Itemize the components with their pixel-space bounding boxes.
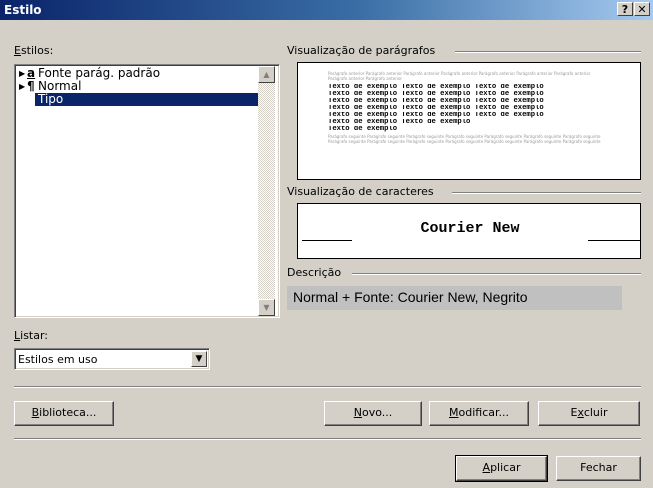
title-bar[interactable]: Estilo ? ✕ — [0, 0, 653, 20]
list-filter-value: Estilos em uso — [18, 353, 98, 366]
paragraph-preview: Parágrafo anterior Parágrafo anterior Pa… — [297, 62, 641, 180]
styles-label: Estilos: — [14, 44, 54, 57]
modify-button[interactable]: Modificar... — [429, 401, 529, 426]
character-preview-text: Courier New — [420, 220, 520, 237]
window-title: Estilo — [4, 3, 42, 17]
group-divider — [455, 51, 641, 53]
list-filter-select[interactable]: Estilos em uso ▼ — [14, 348, 210, 370]
divider — [14, 386, 641, 388]
scroll-down-icon[interactable]: ▼ — [258, 299, 275, 316]
close-button[interactable]: Fechar — [556, 456, 641, 481]
group-divider — [452, 192, 641, 194]
new-button[interactable]: Novo... — [324, 401, 422, 426]
library-button[interactable]: Biblioteca... — [14, 401, 114, 426]
help-button[interactable]: ? — [617, 2, 633, 16]
preview-sample-line: Texto de exemplo Texto de exemplo Texto … — [328, 98, 544, 105]
description-text: Normal + Fonte: Courier New, Negrito — [287, 286, 622, 310]
list-item-selected[interactable]: ¶ Tipo — [17, 92, 259, 106]
styles-listbox[interactable]: ▶ a Fonte parág. padrão ▶ ¶ Normal ¶ Tip… — [14, 64, 280, 318]
preview-sample-line: Texto de exemplo Texto de exemplo Texto … — [328, 84, 544, 91]
paragraph-style-icon: ¶ — [27, 92, 35, 106]
preview-sample-line: Texto de exemplo Texto de exemplo Texto … — [328, 112, 544, 119]
style-dialog: Estilo ? ✕ Estilos: ▶ a Fonte parág. pad… — [0, 0, 653, 488]
preview-previous-text: Parágrafo anterior Parágrafo anterior Pa… — [328, 71, 591, 81]
styles-scrollbar[interactable]: ▲ ▼ — [258, 66, 275, 316]
baseline-left — [302, 240, 352, 241]
scroll-up-icon[interactable]: ▲ — [258, 66, 275, 83]
preview-sample-line: Texto de exemplo Texto de exemplo — [328, 119, 471, 126]
character-preview-label: Visualização de caracteres — [287, 185, 434, 198]
preview-sample-line: Texto de exemplo — [328, 126, 398, 133]
close-window-button[interactable]: ✕ — [634, 2, 650, 16]
preview-next-text: Parágrafo seguinte Parágrafo seguinte Pa… — [328, 134, 601, 144]
selection-highlight — [35, 93, 259, 106]
triangle-right-icon: ▶ — [19, 82, 26, 91]
divider — [14, 438, 641, 440]
group-divider — [352, 273, 641, 275]
apply-button[interactable]: Aplicar — [455, 455, 548, 482]
paragraph-preview-label: Visualização de parágrafos — [287, 44, 436, 57]
triangle-right-icon: ▶ — [19, 69, 26, 78]
delete-button[interactable]: Excluir — [538, 401, 640, 426]
description-label: Descrição — [287, 266, 342, 279]
preview-sample-line: Texto de exemplo Texto de exemplo Texto … — [328, 91, 544, 98]
list-item-label: Tipo — [38, 92, 64, 106]
chevron-down-icon[interactable]: ▼ — [191, 351, 207, 367]
preview-sample-line: Texto de exemplo Texto de exemplo Texto … — [328, 105, 544, 112]
baseline-right — [588, 240, 640, 241]
list-label: Listar: — [14, 329, 49, 342]
character-preview: Courier New — [297, 203, 641, 259]
